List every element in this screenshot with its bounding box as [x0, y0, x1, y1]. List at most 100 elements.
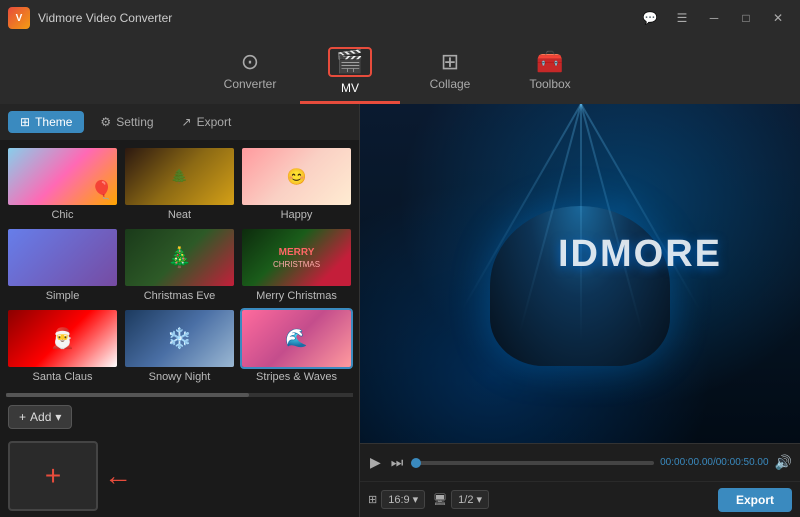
theme-label-stripes-waves: Stripes & Waves	[256, 371, 337, 383]
theme-scrollbar[interactable]	[6, 393, 353, 397]
ratio-icon: ⊞	[368, 493, 377, 506]
mv-icon: 🎬	[336, 49, 363, 74]
theme-image-chic: 🎈	[8, 148, 117, 205]
progress-bar[interactable]	[411, 461, 654, 465]
theme-label-santa-claus: Santa Claus	[33, 371, 93, 383]
add-icon: +	[19, 410, 26, 424]
theme-label-merry-christmas: Merry Christmas	[256, 290, 337, 302]
tab-setting[interactable]: ⚙ Setting	[88, 111, 165, 133]
cave-shape	[490, 206, 670, 366]
video-preview: IDMORE	[360, 104, 800, 443]
clip-arrow: ←	[104, 441, 132, 511]
theme-label-chic: Chic	[51, 209, 73, 221]
nav-item-collage[interactable]: ⊞ Collage	[400, 40, 500, 104]
bottom-bar: ⊞ 16:9 ▾ 🖥 1/2 ▾ Export	[360, 481, 800, 517]
export-tab-icon: ↗	[182, 115, 192, 129]
export-tab-label: Export	[197, 115, 232, 129]
theme-thumb-christmas-eve: 🎄	[123, 227, 236, 288]
theme-label-happy: Happy	[281, 209, 313, 221]
theme-thumb-merry-christmas: MERRY CHRISTMAS	[240, 227, 353, 288]
theme-image-stripes-waves: 🌊	[242, 310, 351, 367]
theme-item-neat[interactable]: 🌲 Neat	[123, 146, 236, 223]
preview-logo: IDMORE	[558, 233, 722, 276]
left-panel: ⊞ Theme ⚙ Setting ↗ Export 🎈 Chic	[0, 104, 360, 517]
theme-image-merry-christmas: MERRY CHRISTMAS	[242, 229, 351, 286]
app-logo: V	[8, 7, 30, 29]
mv-icon-wrapper: 🎬	[328, 47, 371, 77]
main-content: ⊞ Theme ⚙ Setting ↗ Export 🎈 Chic	[0, 104, 800, 517]
title-bar: V Vidmore Video Converter 💬 ☰ ─ □ ✕	[0, 0, 800, 36]
setting-tab-label: Setting	[116, 115, 153, 129]
theme-item-snowy-night[interactable]: ❄️ Snowy Night	[123, 308, 236, 385]
theme-thumb-happy: 😊	[240, 146, 353, 207]
theme-thumb-stripes-waves: 🌊	[240, 308, 353, 369]
theme-image-happy: 😊	[242, 148, 351, 205]
theme-item-merry-christmas[interactable]: MERRY CHRISTMAS Merry Christmas	[240, 227, 353, 304]
screen-arrow-icon: ▾	[476, 493, 482, 506]
theme-item-stripes-waves[interactable]: 🌊 Stripes & Waves	[240, 308, 353, 385]
theme-thumb-snowy-night: ❄️	[123, 308, 236, 369]
clip-placeholder[interactable]: +	[8, 441, 98, 511]
ratio-arrow-icon: ▾	[413, 493, 419, 506]
add-button[interactable]: + Add ▾	[8, 405, 72, 429]
theme-image-snowy-night: ❄️	[125, 310, 234, 367]
player-controls: ▶ ⏭ 00:00:00.00/00:00:50.00 🔊	[360, 443, 800, 481]
screen-icon: 🖥	[433, 493, 447, 506]
theme-scrollbar-thumb	[6, 393, 249, 397]
theme-image-neat: 🌲	[125, 148, 234, 205]
theme-item-christmas-eve[interactable]: 🎄 Christmas Eve	[123, 227, 236, 304]
theme-grid: 🎈 Chic 🌲 Neat 😊	[0, 140, 359, 391]
close-button[interactable]: ✕	[764, 8, 792, 28]
chat-button[interactable]: 💬	[636, 8, 664, 28]
nav-bar: ⊙ Converter 🎬 MV ⊞ Collage 🧰 Toolbox	[0, 36, 800, 104]
add-label: Add	[30, 410, 51, 424]
theme-thumb-neat: 🌲	[123, 146, 236, 207]
theme-label-christmas-eve: Christmas Eve	[144, 290, 216, 302]
app-title: Vidmore Video Converter	[38, 11, 172, 25]
add-arrow-icon: ▾	[55, 410, 61, 424]
tab-theme[interactable]: ⊞ Theme	[8, 111, 84, 133]
ratio-value: 16:9	[388, 494, 409, 506]
theme-label-simple: Simple	[46, 290, 80, 302]
progress-thumb	[411, 458, 421, 468]
theme-thumb-simple	[6, 227, 119, 288]
screen-control: 🖥 1/2 ▾	[433, 490, 489, 509]
ratio-button[interactable]: 16:9 ▾	[381, 490, 425, 509]
sub-tabs: ⊞ Theme ⚙ Setting ↗ Export	[0, 104, 359, 140]
theme-item-santa-claus[interactable]: 🎅 Santa Claus	[6, 308, 119, 385]
tab-export[interactable]: ↗ Export	[170, 111, 244, 133]
clip-area: + ←	[0, 435, 359, 517]
converter-icon: ⊙	[241, 51, 259, 73]
theme-item-happy[interactable]: 😊 Happy	[240, 146, 353, 223]
collage-icon: ⊞	[441, 51, 459, 73]
nav-label-converter: Converter	[224, 77, 277, 91]
theme-image-santa-claus: 🎅	[8, 310, 117, 367]
nav-label-toolbox: Toolbox	[529, 77, 570, 91]
theme-item-chic[interactable]: 🎈 Chic	[6, 146, 119, 223]
clip-plus-icon: +	[45, 460, 61, 492]
volume-button[interactable]: 🔊	[775, 454, 792, 471]
theme-thumb-chic: 🎈	[6, 146, 119, 207]
nav-item-toolbox[interactable]: 🧰 Toolbox	[500, 40, 600, 104]
theme-item-simple[interactable]: Simple	[6, 227, 119, 304]
menu-button[interactable]: ☰	[668, 8, 696, 28]
maximize-button[interactable]: □	[732, 8, 760, 28]
add-row: + Add ▾	[0, 399, 359, 435]
next-button[interactable]: ⏭	[389, 452, 406, 473]
play-button[interactable]: ▶	[368, 452, 383, 473]
toolbox-icon: 🧰	[536, 51, 563, 73]
ratio-control: ⊞ 16:9 ▾	[368, 490, 425, 509]
theme-image-simple	[8, 229, 117, 286]
theme-thumb-santa-claus: 🎅	[6, 308, 119, 369]
theme-image-christmas-eve: 🎄	[125, 229, 234, 286]
export-button[interactable]: Export	[718, 488, 792, 512]
screen-button[interactable]: 1/2 ▾	[451, 490, 489, 509]
nav-item-converter[interactable]: ⊙ Converter	[200, 40, 300, 104]
right-panel: IDMORE ▶ ⏭ 00:00:00.00/00:00:50.00 🔊 ⊞ 1…	[360, 104, 800, 517]
theme-tab-icon: ⊞	[20, 115, 30, 129]
minimize-button[interactable]: ─	[700, 8, 728, 28]
nav-label-mv: MV	[341, 81, 359, 95]
theme-label-snowy-night: Snowy Night	[149, 371, 211, 383]
theme-label-neat: Neat	[168, 209, 191, 221]
nav-item-mv[interactable]: 🎬 MV	[300, 40, 400, 104]
